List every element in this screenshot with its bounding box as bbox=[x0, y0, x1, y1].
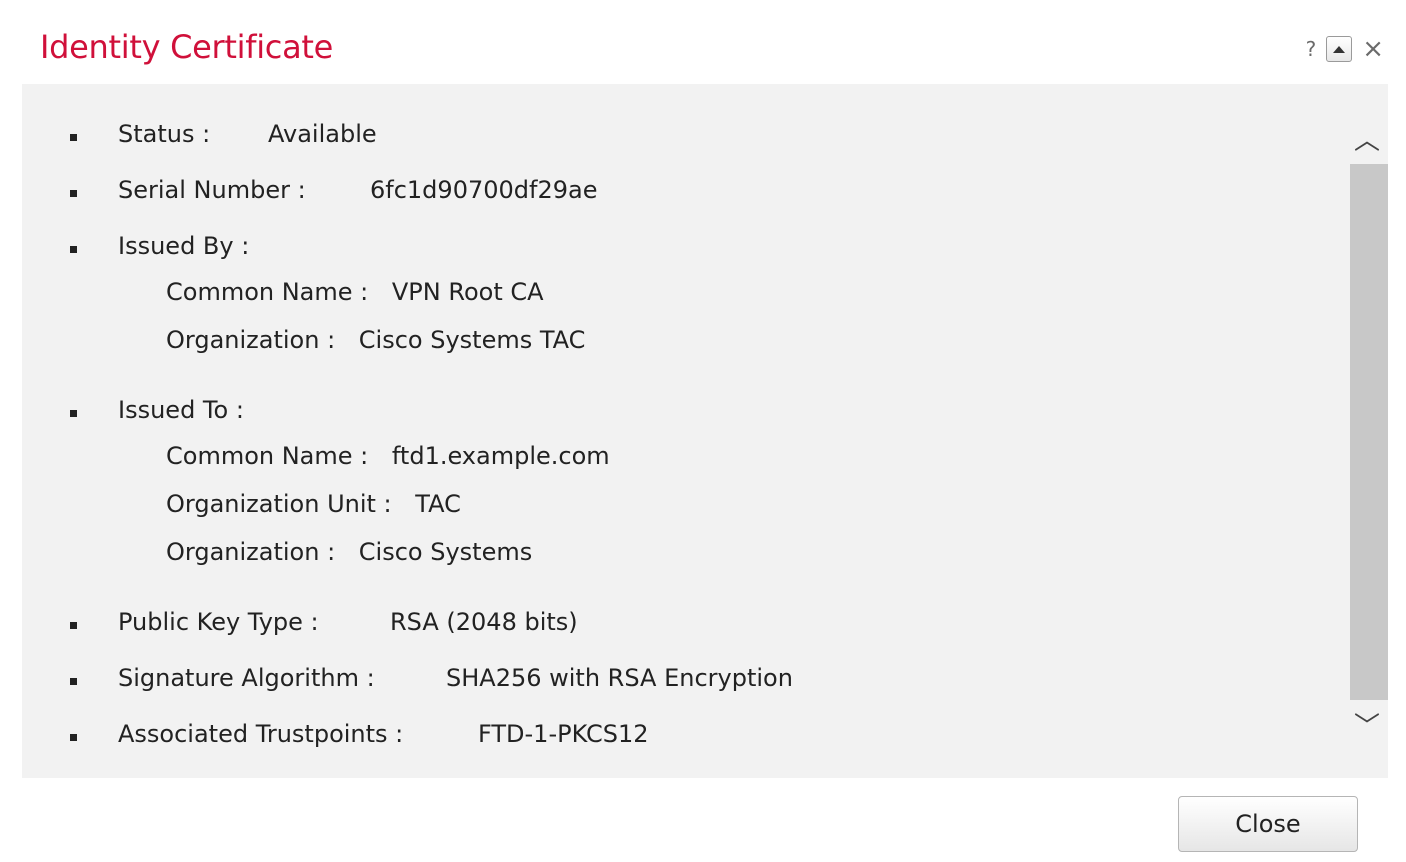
scroll-down-icon[interactable]: ﹀ bbox=[1354, 706, 1380, 743]
bullet-icon bbox=[70, 622, 77, 629]
bullet-icon bbox=[70, 134, 77, 141]
issued-by-common-name-label: Common Name : bbox=[166, 278, 369, 306]
public-key-type-label: Public Key Type : bbox=[118, 608, 319, 636]
issued-to-organization-unit-value: TAC bbox=[415, 490, 461, 518]
associated-trustpoints-value: FTD-1-PKCS12 bbox=[478, 720, 649, 748]
identity-certificate-dialog: Identity Certificate ? × Status : Availa… bbox=[0, 0, 1406, 862]
certificate-details-panel[interactable]: Status : Available Serial Number : 6fc1d… bbox=[22, 84, 1388, 778]
status-value: Available bbox=[268, 120, 377, 148]
issued-to-organization-label: Organization : bbox=[166, 538, 336, 566]
issued-to-label: Issued To : bbox=[118, 396, 244, 424]
associated-trustpoints-label: Associated Trustpoints : bbox=[118, 720, 404, 748]
public-key-type-value: RSA (2048 bits) bbox=[390, 608, 578, 636]
issued-to-organization-value: Cisco Systems bbox=[358, 538, 533, 566]
triangle-up-icon bbox=[1333, 45, 1346, 53]
close-button[interactable]: Close bbox=[1178, 796, 1358, 852]
issued-to-organization: Organization : Cisco Systems bbox=[166, 538, 532, 566]
help-icon[interactable]: ? bbox=[1306, 37, 1317, 61]
bullet-icon bbox=[70, 410, 77, 417]
bullet-icon bbox=[70, 246, 77, 253]
issued-to-common-name: Common Name : ftd1.example.com bbox=[166, 442, 610, 470]
issued-by-organization-value: Cisco Systems TAC bbox=[358, 326, 586, 354]
scrollbar-thumb[interactable] bbox=[1350, 164, 1388, 700]
signature-algorithm-value: SHA256 with RSA Encryption bbox=[446, 664, 793, 692]
bullet-icon bbox=[70, 190, 77, 197]
status-label: Status : bbox=[118, 120, 211, 148]
serial-number-value: 6fc1d90700df29ae bbox=[370, 176, 598, 204]
issued-to-organization-unit-label: Organization Unit : bbox=[166, 490, 392, 518]
scroll-up-icon[interactable]: ︿ bbox=[1354, 120, 1380, 157]
dialog-title: Identity Certificate bbox=[40, 28, 334, 66]
minimize-icon[interactable] bbox=[1326, 36, 1353, 62]
issued-by-common-name: Common Name : VPN Root CA bbox=[166, 278, 544, 306]
bullet-icon bbox=[70, 678, 77, 685]
bullet-icon bbox=[70, 734, 77, 741]
issued-by-label: Issued By : bbox=[118, 232, 250, 260]
issued-to-common-name-value: ftd1.example.com bbox=[391, 442, 610, 470]
signature-algorithm-label: Signature Algorithm : bbox=[118, 664, 375, 692]
serial-number-label: Serial Number : bbox=[118, 176, 306, 204]
issued-by-organization: Organization : Cisco Systems TAC bbox=[166, 326, 585, 354]
title-controls: ? × bbox=[1306, 36, 1384, 62]
issued-by-common-name-value: VPN Root CA bbox=[391, 278, 544, 306]
issued-to-organization-unit: Organization Unit : TAC bbox=[166, 490, 461, 518]
issued-to-common-name-label: Common Name : bbox=[166, 442, 369, 470]
close-icon[interactable]: × bbox=[1362, 36, 1384, 62]
issued-by-organization-label: Organization : bbox=[166, 326, 336, 354]
